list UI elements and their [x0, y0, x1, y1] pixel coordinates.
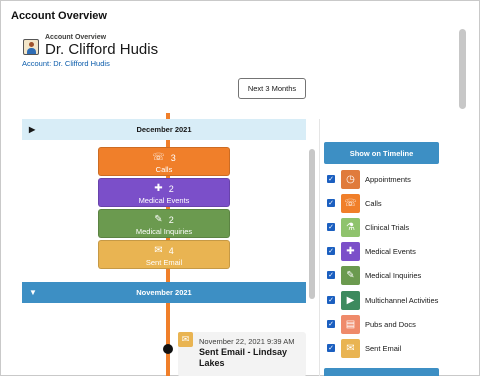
- multichannel-icon: ▶: [341, 290, 360, 310]
- month-header-november[interactable]: ▼ November 2021: [22, 282, 306, 303]
- inquiry-icon: ✎: [154, 214, 163, 225]
- filter-label: Medical Inquiries: [365, 270, 422, 280]
- activity-title[interactable]: Sent Email - Lindsay Lakes: [199, 347, 304, 369]
- caret-down-icon: ▼: [29, 288, 37, 297]
- summary-label: Calls: [155, 165, 173, 174]
- inquiry-icon: ✎: [341, 265, 360, 285]
- checkbox[interactable]: ✓: [327, 320, 335, 328]
- checkbox[interactable]: ✓: [327, 344, 335, 352]
- summary-count: 3: [170, 152, 176, 163]
- window-scrollbar[interactable]: [459, 29, 466, 109]
- filter-pubs-and-docs[interactable]: ✓ ▤ Pubs and Docs: [327, 314, 457, 334]
- clinical-trial-icon: ⚗: [341, 217, 360, 237]
- account-link[interactable]: Account: Dr. Clifford Hudis: [22, 59, 110, 68]
- medical-event-icon: ✚: [154, 183, 163, 194]
- show-on-timeline-button[interactable]: Show on Timeline: [324, 142, 439, 164]
- summary-medical-events[interactable]: ✚ 2 Medical Events: [98, 178, 230, 207]
- month-header-december[interactable]: ▶ December 2021: [22, 119, 306, 140]
- summary-sent-email[interactable]: ✉ 4 Sent Email: [98, 240, 230, 269]
- filter-label: Calls: [365, 198, 382, 208]
- summary-label: Medical Events: [138, 196, 190, 205]
- filter-label: Clinical Trials: [365, 222, 410, 232]
- filter-label: Medical Events: [365, 246, 416, 256]
- envelope-icon: ✉: [178, 332, 193, 347]
- activity-timestamp: November 22, 2021 9:39 AM: [199, 337, 295, 346]
- filter-label: Appointments: [365, 174, 411, 184]
- checkbox[interactable]: ✓: [327, 271, 335, 279]
- summary-count: 2: [168, 183, 174, 194]
- summary-calls[interactable]: ☏ 3 Calls: [98, 147, 230, 176]
- checkbox[interactable]: ✓: [327, 296, 335, 304]
- filter-calls[interactable]: ✓ ☏ Calls: [327, 193, 457, 213]
- caret-right-icon: ▶: [29, 125, 36, 134]
- checkbox[interactable]: ✓: [327, 247, 335, 255]
- month-label: December 2021: [136, 125, 192, 134]
- filter-appointments[interactable]: ✓ ◷ Appointments: [327, 169, 457, 189]
- filter-label: Sent Email: [365, 343, 402, 353]
- medical-event-icon: ✚: [341, 241, 360, 261]
- header-eyebrow: Account Overview: [45, 34, 107, 41]
- summary-label: Sent Email: [145, 258, 183, 267]
- envelope-icon: ✉: [341, 338, 360, 358]
- panel-divider: [319, 119, 320, 376]
- envelope-icon: ✉: [154, 245, 163, 256]
- filter-medical-events[interactable]: ✓ ✚ Medical Events: [327, 241, 457, 261]
- filter-medical-inquiries[interactable]: ✓ ✎ Medical Inquiries: [327, 265, 457, 285]
- checkbox[interactable]: ✓: [327, 175, 335, 183]
- timeline-dot: [163, 344, 173, 354]
- account-overview-window: Account Overview Account Overview Dr. Cl…: [0, 0, 480, 376]
- summary-count: 4: [168, 245, 174, 256]
- filter-label: Pubs and Docs: [365, 319, 416, 329]
- filter-multichannel-activities[interactable]: ✓ ▶ Multichannel Activities: [327, 290, 457, 310]
- month-label: November 2021: [136, 288, 192, 297]
- filter-clinical-trials[interactable]: ✓ ⚗ Clinical Trials: [327, 217, 457, 237]
- summary-medical-inquiries[interactable]: ✎ 2 Medical Inquiries: [98, 209, 230, 238]
- panel-footer-button[interactable]: [324, 368, 439, 376]
- filter-sent-email[interactable]: ✓ ✉ Sent Email: [327, 338, 457, 358]
- checkbox[interactable]: ✓: [327, 199, 335, 207]
- document-icon: ▤: [341, 314, 360, 334]
- contact-avatar-icon: [23, 39, 39, 55]
- filter-label: Multichannel Activities: [365, 295, 439, 305]
- clock-icon: ◷: [341, 169, 360, 189]
- summary-label: Medical Inquiries: [135, 227, 193, 236]
- timeline-scrollbar[interactable]: [309, 149, 315, 299]
- next-3-months-button[interactable]: Next 3 Months: [238, 78, 306, 99]
- window-title: Account Overview: [11, 10, 107, 22]
- phone-icon: ☏: [341, 193, 360, 213]
- phone-icon: ☏: [152, 152, 165, 163]
- checkbox[interactable]: ✓: [327, 223, 335, 231]
- summary-count: 2: [168, 214, 174, 225]
- page-title: Dr. Clifford Hudis: [45, 41, 159, 58]
